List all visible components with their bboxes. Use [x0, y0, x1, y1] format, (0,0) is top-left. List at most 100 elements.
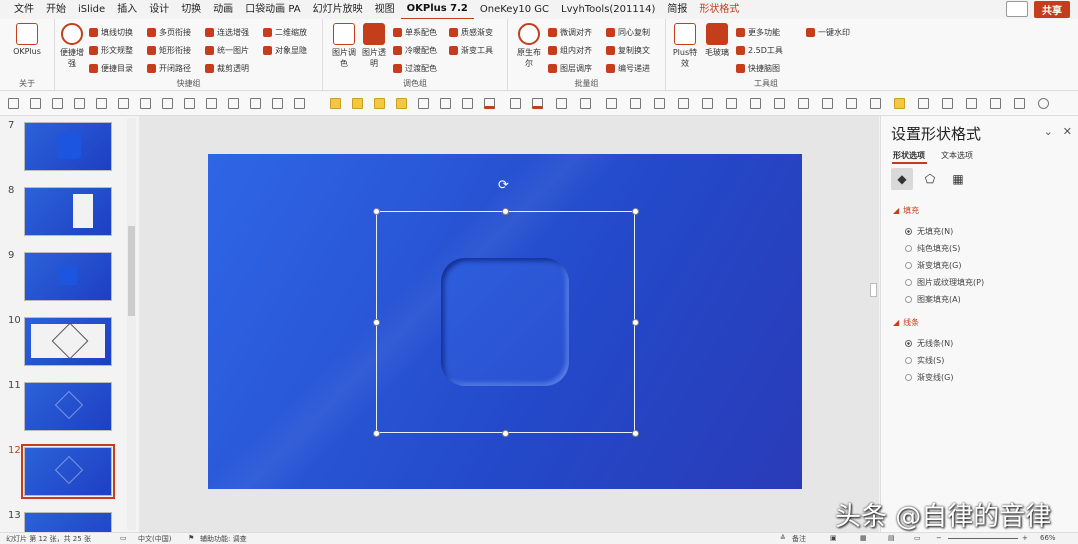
layout-icon[interactable]	[942, 98, 953, 109]
batch-item-0[interactable]: 微调对齐	[548, 25, 592, 39]
arrow-icon[interactable]	[798, 98, 809, 109]
batch-item-3[interactable]: 同心复制	[606, 25, 650, 39]
fill-section-header[interactable]: ◢ 填充	[893, 205, 919, 216]
fill-option-none[interactable]: 无填充(N)	[905, 226, 953, 237]
reading-view-icon[interactable]: ▤	[888, 534, 895, 542]
batch-item-1[interactable]: 组内对齐	[548, 43, 592, 57]
shortcut-item-1[interactable]: 形文规整	[89, 43, 133, 57]
tab-design[interactable]: 设计	[143, 0, 175, 19]
batch-item-4[interactable]: 复制换文	[606, 43, 650, 57]
current-slide[interactable]: ⟳	[208, 154, 802, 489]
spellcheck-icon[interactable]: ▭	[120, 534, 127, 542]
color-item-1[interactable]: 冷暖配色	[393, 43, 437, 57]
distribute-h-icon[interactable]	[140, 98, 151, 109]
image-transparent-button[interactable]: 图片透明	[359, 23, 389, 69]
tab-transitions[interactable]: 切换	[175, 0, 207, 19]
image-color-button[interactable]: 图片调色	[329, 23, 359, 69]
slide-thumbnail[interactable]	[24, 317, 112, 366]
size-properties-icon[interactable]: ▦	[947, 168, 969, 190]
zoom-level[interactable]: 66%	[1040, 534, 1056, 542]
color-item-4[interactable]: 渐变工具	[449, 43, 493, 57]
tab-pocket-animation[interactable]: 口袋动画 PA	[239, 0, 306, 19]
fill-option-gradient[interactable]: 渐变填充(G)	[905, 260, 961, 271]
line-section-header[interactable]: ◢ 线条	[893, 317, 919, 328]
clean-icon[interactable]	[870, 98, 881, 109]
shortcut-item-9[interactable]: 二维缩放	[263, 25, 307, 39]
fill-option-solid[interactable]: 纯色填充(S)	[905, 243, 960, 254]
color-item-3[interactable]: 质感渐变	[449, 25, 493, 39]
shortcut-item-5[interactable]: 开闭路径	[147, 61, 191, 75]
scrollbar-thumb[interactable]	[870, 283, 877, 297]
normal-view-icon[interactable]: ▣	[830, 534, 837, 542]
table-icon[interactable]	[918, 98, 929, 109]
tab-file[interactable]: 文件	[8, 0, 40, 19]
slide-thumbnail[interactable]	[24, 512, 112, 532]
pen-icon[interactable]	[440, 98, 451, 109]
slide-thumbnail[interactable]	[24, 187, 112, 236]
font-color-icon[interactable]	[484, 98, 495, 109]
shortcut-item-2[interactable]: 便捷目录	[89, 61, 133, 75]
star-icon[interactable]	[774, 98, 785, 109]
group-icon[interactable]	[184, 98, 195, 109]
close-icon[interactable]: ✕	[1063, 125, 1072, 138]
resize-handle[interactable]	[632, 430, 639, 437]
tools-item-3[interactable]: 一键水印	[806, 25, 850, 39]
font-size-icon[interactable]	[580, 98, 591, 109]
align-top-icon[interactable]	[74, 98, 85, 109]
thumbnail-scrollbar[interactable]	[127, 118, 136, 530]
tab-insert[interactable]: 插入	[111, 0, 143, 19]
batch-item-2[interactable]: 图层调序	[548, 61, 592, 75]
tab-briefing[interactable]: 简报	[661, 0, 693, 19]
shortcut-item-10[interactable]: 对象显隐	[263, 43, 307, 57]
resize-handle[interactable]	[373, 430, 380, 437]
selection-box[interactable]	[376, 211, 635, 433]
shortcut-item-4[interactable]: 矩形衔接	[147, 43, 191, 57]
change-case-icon[interactable]	[606, 98, 617, 109]
bullets-icon[interactable]	[630, 98, 641, 109]
intersect-icon[interactable]	[374, 98, 385, 109]
shortcut-item-7[interactable]: 统一图片	[205, 43, 249, 57]
combine-icon[interactable]	[352, 98, 363, 109]
slide-thumbnail[interactable]	[24, 252, 112, 301]
zoom-slider[interactable]	[948, 538, 1018, 539]
rotate-icon[interactable]	[206, 98, 217, 109]
share-button[interactable]: 共享	[1034, 1, 1070, 18]
tab-shape-format[interactable]: 形状格式	[693, 0, 745, 19]
shortcut-item-8[interactable]: 裁剪透明	[205, 61, 249, 75]
slide-thumbnail[interactable]	[24, 382, 112, 431]
resize-handle[interactable]	[373, 319, 380, 326]
line-option-gradient[interactable]: 渐变线(G)	[905, 372, 953, 383]
subtract-icon[interactable]	[396, 98, 407, 109]
shortcut-item-0[interactable]: 填线切换	[89, 25, 133, 39]
tab-home[interactable]: 开始	[40, 0, 72, 19]
resize-handle[interactable]	[632, 208, 639, 215]
resize-handle[interactable]	[502, 430, 509, 437]
resize-handle[interactable]	[373, 208, 380, 215]
distribute-v-icon[interactable]	[162, 98, 173, 109]
resize-handle[interactable]	[502, 208, 509, 215]
scrollbar-thumb[interactable]	[128, 226, 135, 316]
canvas-scrollbar[interactable]	[869, 118, 878, 488]
align-middle-icon[interactable]	[96, 98, 107, 109]
tab-view[interactable]: 视图	[369, 0, 401, 19]
frosted-glass-button[interactable]: 毛玻璃	[702, 23, 732, 58]
align-center-icon[interactable]	[30, 98, 41, 109]
shortcut-item-3[interactable]: 多页衔接	[147, 25, 191, 39]
slideshow-icon[interactable]: ▭	[914, 534, 921, 542]
tools-item-1[interactable]: 2.5D工具	[736, 43, 783, 57]
rotate-handle-icon[interactable]: ⟳	[497, 179, 510, 192]
slider-icon[interactable]	[966, 98, 977, 109]
slide-thumbnail-selected[interactable]	[21, 444, 115, 499]
zoom-out-icon[interactable]: −	[936, 534, 942, 542]
align-right-icon[interactable]	[52, 98, 63, 109]
tab-text-options[interactable]: 文本选项	[941, 150, 973, 161]
pentagon-effects-icon[interactable]: ⬠	[919, 168, 941, 190]
plus-effect-button[interactable]: Plus特效	[670, 23, 700, 69]
convenience-enhance-button[interactable]: 便捷增强	[57, 23, 87, 69]
favorite-icon[interactable]	[846, 98, 857, 109]
picture-icon[interactable]	[1014, 98, 1025, 109]
line-option-none[interactable]: 无线条(N)	[905, 338, 953, 349]
chevron-down-icon[interactable]: ⌄	[1044, 125, 1053, 138]
shape-icon[interactable]	[250, 98, 261, 109]
crop-icon[interactable]	[462, 98, 473, 109]
